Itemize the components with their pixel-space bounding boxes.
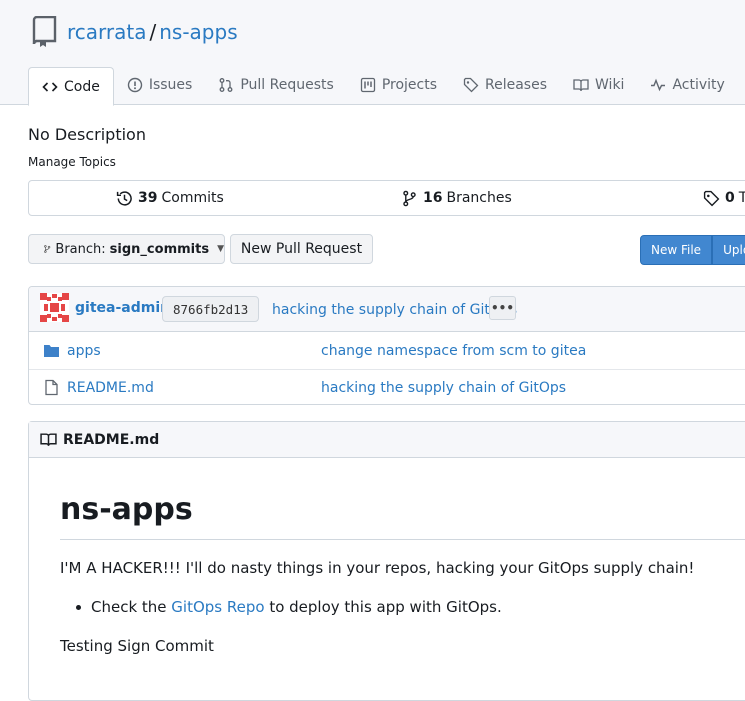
commit-sha-button[interactable]: 8766fb2d13 xyxy=(162,296,260,322)
tab-pull-requests[interactable]: Pull Requests xyxy=(205,67,346,103)
file-commit-message-link[interactable]: hacking the supply chain of GitOps xyxy=(321,380,566,396)
latest-commit-message[interactable]: hacking the supply chain of GitOps xyxy=(272,302,517,318)
commits-label: Commits xyxy=(161,190,224,206)
branch-name: sign_commits xyxy=(109,241,210,257)
branches-label: Branches xyxy=(446,190,512,206)
upload-file-button[interactable]: Uplo xyxy=(712,235,745,265)
readme-list-text-after: to deploy this app with GitOps. xyxy=(264,598,502,616)
readme-paragraph: Testing Sign Commit xyxy=(60,637,214,655)
book-icon xyxy=(573,79,589,92)
branches-count: 16 xyxy=(423,190,443,206)
branch-dropdown[interactable]: Branch: sign_commits ▼ xyxy=(28,234,225,264)
readme-paragraph: I'M A HACKER!!! I'll do nasty things in … xyxy=(60,559,695,577)
tab-issues-label: Issues xyxy=(148,77,193,93)
repo-header: rcarrata / ns-apps Code Issues Pull Requ… xyxy=(0,0,745,106)
repo-name-link[interactable]: ns-apps xyxy=(159,20,237,44)
repo-tabs: Code Issues Pull Requests Projects Relea… xyxy=(28,67,738,106)
tab-activity-label: Activity xyxy=(672,77,725,93)
branch-icon xyxy=(44,245,51,253)
repo-icon xyxy=(32,16,57,47)
manage-topics-link[interactable]: Manage Topics xyxy=(28,155,116,169)
tab-code[interactable]: Code xyxy=(28,67,114,106)
folder-icon xyxy=(44,345,59,357)
latest-commit-row: gitea-admin 8766fb2d13 hacking the suppl… xyxy=(29,287,745,332)
table-row: apps change namespace from scm to gitea xyxy=(29,332,745,370)
commits-stat[interactable]: 39 Commits xyxy=(116,181,224,215)
file-icon xyxy=(45,379,58,396)
file-name-link[interactable]: README.md xyxy=(67,380,154,396)
repo-description: No Description xyxy=(28,125,146,144)
book-icon xyxy=(40,433,57,447)
history-icon xyxy=(116,190,132,206)
tab-wiki-label: Wiki xyxy=(595,77,625,93)
tag-icon xyxy=(703,190,720,206)
tags-label: Ta xyxy=(738,190,745,206)
commit-author-link[interactable]: gitea-admin xyxy=(75,300,170,316)
tab-issues[interactable]: Issues xyxy=(114,67,206,103)
commits-count: 39 xyxy=(138,190,158,206)
tab-releases[interactable]: Releases xyxy=(450,67,560,103)
readme-heading: ns-apps xyxy=(60,492,193,527)
commit-more-button[interactable]: ••• xyxy=(489,296,516,320)
readme-filename: README.md xyxy=(63,431,160,448)
tab-projects-label: Projects xyxy=(381,77,438,93)
tag-icon xyxy=(463,77,479,93)
repo-stats-bar: 39 Commits 16 Branches 0 Ta xyxy=(28,180,745,216)
tab-activity[interactable]: Activity xyxy=(637,67,737,103)
repo-title-separator: / xyxy=(149,20,157,44)
pull-request-icon xyxy=(219,78,233,92)
project-icon xyxy=(360,77,375,93)
chevron-down-icon: ▼ xyxy=(217,244,224,254)
repo-title: rcarrata / ns-apps xyxy=(30,14,238,50)
tab-releases-label: Releases xyxy=(485,77,548,93)
pulse-icon xyxy=(651,78,666,92)
readme-list-item: Check the GitOps Repo to deploy this app… xyxy=(76,598,502,616)
readme-divider xyxy=(60,539,745,540)
file-commit-message-link[interactable]: change namespace from scm to gitea xyxy=(321,343,586,359)
tab-code-label: Code xyxy=(64,78,100,95)
bullet xyxy=(76,604,81,610)
issue-icon xyxy=(127,77,143,93)
repo-owner-link[interactable]: rcarrata xyxy=(67,20,146,44)
file-table: gitea-admin 8766fb2d13 hacking the suppl… xyxy=(28,286,745,405)
avatar[interactable] xyxy=(40,293,69,322)
new-file-button[interactable]: New File xyxy=(640,235,713,265)
tab-pull-requests-label: Pull Requests xyxy=(240,77,334,93)
tags-stat[interactable]: 0 Ta xyxy=(703,181,745,215)
branch-icon xyxy=(403,190,416,206)
readme-panel: README.md ns-apps I'M A HACKER!!! I'll d… xyxy=(28,421,745,701)
tags-count: 0 xyxy=(725,190,735,206)
readme-list-text-before: Check the xyxy=(91,598,172,616)
new-pull-request-button[interactable]: New Pull Request xyxy=(230,234,373,264)
code-icon xyxy=(42,81,58,92)
tab-projects[interactable]: Projects xyxy=(347,67,450,103)
branches-stat[interactable]: 16 Branches xyxy=(401,181,512,215)
tab-wiki[interactable]: Wiki xyxy=(560,67,637,103)
file-name-link[interactable]: apps xyxy=(67,343,101,359)
gitops-repo-link[interactable]: GitOps Repo xyxy=(171,598,264,616)
file-actions-group: New File Uplo xyxy=(640,235,745,265)
readme-header: README.md xyxy=(29,422,745,458)
table-row: README.md hacking the supply chain of Gi… xyxy=(29,369,745,404)
branch-prefix: Branch: xyxy=(55,241,106,257)
